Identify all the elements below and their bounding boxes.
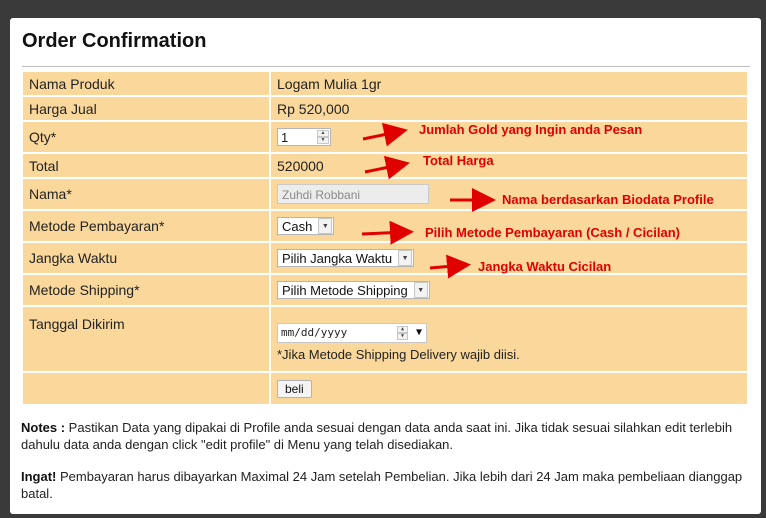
annotation-metode: Pilih Metode Pembayaran (Cash / Cicilan) — [425, 225, 681, 240]
annotation-jangka: Jangka Waktu Cicilan — [478, 259, 612, 274]
arrow-total — [364, 155, 410, 180]
annotation-qty: Jumlah Gold yang Ingin anda Pesan — [419, 122, 643, 137]
arrow-jangka — [429, 254, 471, 279]
arrow-qty — [362, 122, 408, 147]
annotation-arrows — [361, 122, 496, 279]
annotation-total: Total Harga — [423, 153, 494, 168]
arrow-metode — [361, 220, 414, 245]
annotation-nama: Nama berdasarkan Biodata Profile — [502, 192, 714, 207]
